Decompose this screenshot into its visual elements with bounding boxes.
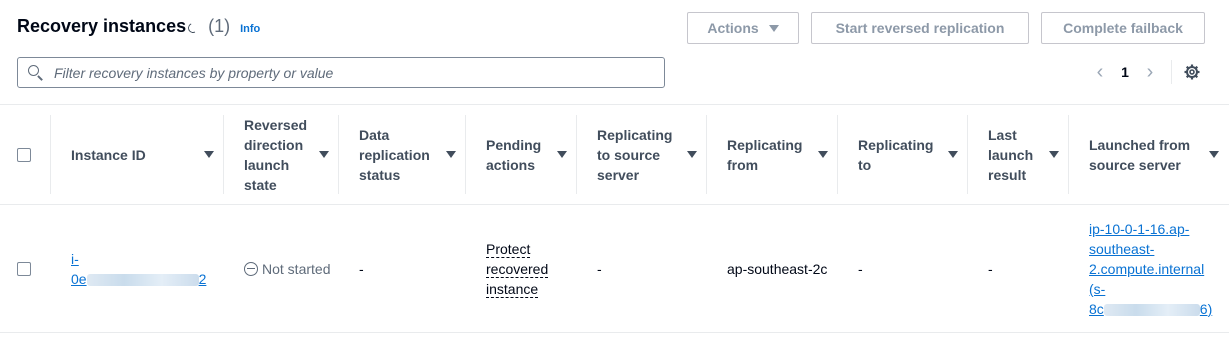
sort-caret-icon xyxy=(1209,151,1219,158)
pager-divider xyxy=(1171,60,1172,84)
replicating-to-cell: - xyxy=(858,260,863,277)
table-row: i- 0e 2 Not started - Protect recovered in… xyxy=(0,205,1229,333)
sort-caret-icon xyxy=(446,151,456,158)
replicating-to-source-cell: - xyxy=(597,260,602,277)
instance-id-cell: i- 0e 2 xyxy=(51,205,224,333)
start-reversed-replication-button[interactable]: Start reversed replication xyxy=(811,12,1029,44)
redacted-text xyxy=(1103,303,1200,316)
chevron-left-icon[interactable]: ‹ xyxy=(1090,62,1110,82)
last-launch-result-cell: - xyxy=(988,260,993,277)
sort-caret-icon xyxy=(557,151,567,158)
instance-count: (1) xyxy=(208,16,231,36)
column-header-launched-from-source-server[interactable]: Launched from source server xyxy=(1069,105,1229,205)
title-text: Recovery instances xyxy=(17,16,187,36)
table-header-row: Instance ID Reversed direction launch st… xyxy=(0,104,1229,205)
pending-actions-text[interactable]: Protect recovered instance xyxy=(486,240,549,298)
sort-caret-icon xyxy=(1049,151,1059,158)
info-link[interactable]: Info xyxy=(240,23,260,35)
column-header-replicating-to[interactable]: Replicating to xyxy=(838,105,968,205)
sort-caret-icon xyxy=(687,151,697,158)
search-icon xyxy=(28,64,44,81)
column-header-launch-state[interactable]: Reversed direction launch state xyxy=(224,105,339,205)
source-server-link[interactable]: ip-10-0-1-16.ap-southeast-2.compute.inte… xyxy=(1089,221,1212,317)
column-header-data-replication-status[interactable]: Data replication status xyxy=(339,105,466,205)
chevron-right-icon[interactable]: › xyxy=(1140,62,1160,82)
sort-caret-icon xyxy=(948,151,958,158)
search-input[interactable] xyxy=(52,63,642,82)
row-checkbox[interactable] xyxy=(17,261,31,276)
data-replication-status-cell: - xyxy=(359,260,364,277)
status-badge: Not started xyxy=(244,259,339,279)
launched-from-cell: ip-10-0-1-16.ap-southeast-2.compute.inte… xyxy=(1069,205,1229,333)
sort-caret-icon xyxy=(818,151,828,158)
instance-id-link[interactable]: i- 0e 2 xyxy=(71,251,206,287)
column-header-replicating-from[interactable]: Replicating from xyxy=(707,105,838,205)
page-title: Recovery instances (1) Info xyxy=(17,16,260,37)
status-stopped-icon xyxy=(244,261,258,276)
sort-caret-icon xyxy=(319,151,329,158)
page-number[interactable]: 1 xyxy=(1110,64,1140,80)
sort-caret-icon xyxy=(204,151,214,158)
launch-state-text: Not started xyxy=(262,260,331,277)
caret-down-icon xyxy=(768,24,779,32)
column-header-instance-id[interactable]: Instance ID xyxy=(51,105,224,205)
actions-label: Actions xyxy=(707,20,759,36)
select-all-cell xyxy=(0,105,51,205)
recovery-instances-table: Instance ID Reversed direction launch st… xyxy=(0,104,1229,333)
select-all-checkbox[interactable] xyxy=(17,147,31,162)
column-header-pending-actions[interactable]: Pending actions xyxy=(466,105,577,205)
column-header-last-launch-result[interactable]: Last launch result xyxy=(968,105,1069,205)
complete-failback-button[interactable]: Complete failback xyxy=(1041,12,1205,44)
gear-icon[interactable] xyxy=(1184,64,1200,80)
actions-button[interactable]: Actions xyxy=(687,12,799,44)
redacted-text xyxy=(86,273,199,286)
search-field[interactable] xyxy=(17,57,665,88)
loading-spinner-icon xyxy=(186,21,200,34)
pagination: ‹ 1 › xyxy=(1090,60,1160,84)
row-select-cell xyxy=(0,205,51,333)
replicating-from-cell: ap-southeast-2c xyxy=(727,260,828,277)
column-header-replicating-to-source-server[interactable]: Replicating to source server xyxy=(577,105,707,205)
launch-state-cell: Not started xyxy=(224,205,339,333)
pending-actions-cell: Protect recovered instance xyxy=(466,205,577,333)
